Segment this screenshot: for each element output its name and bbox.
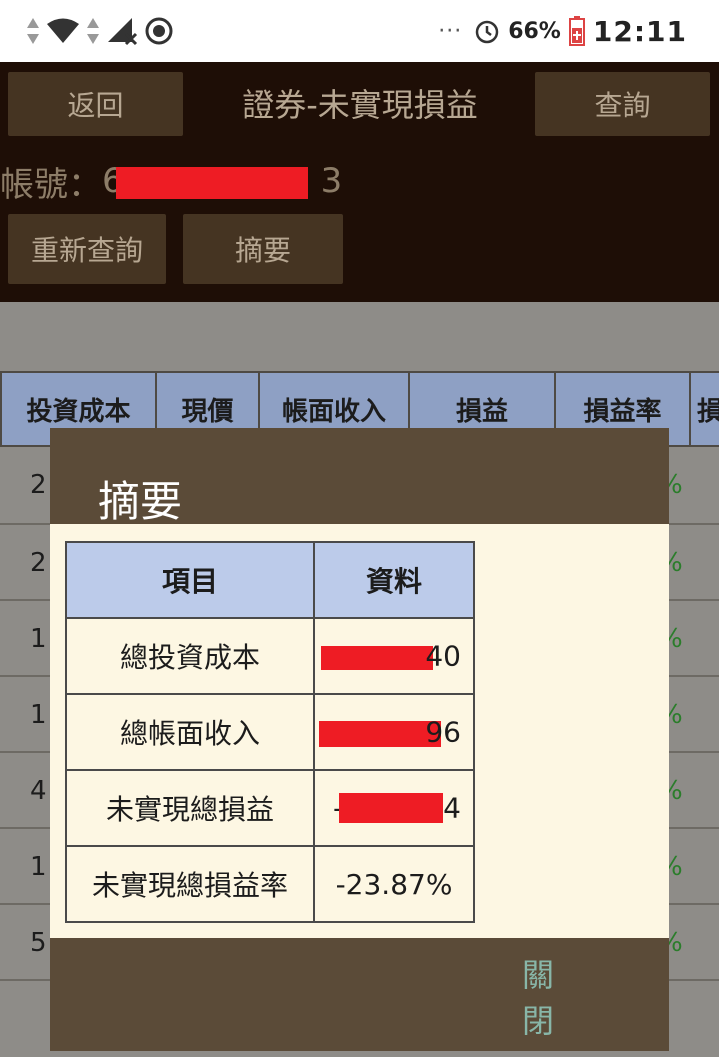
summary-button[interactable]: 摘要 (183, 214, 343, 284)
row-value-start: 5 (30, 928, 47, 958)
back-button[interactable]: 返回 (8, 72, 183, 136)
summary-row-total-cost: 總投資成本 40 (65, 617, 475, 695)
redaction-bar (319, 721, 441, 747)
summary-row-value: -23.87% (313, 845, 475, 923)
account-number: 63 (102, 161, 343, 201)
column-header-item: 項目 (65, 541, 315, 619)
app-header: 返回 證券-未實現損益 查詢 帳號： 63 重新查詢 摘要 (0, 62, 719, 302)
summary-row-label: 未實現總損益率 (65, 845, 315, 923)
summary-row-label: 未實現總損益 (65, 769, 315, 847)
status-bar: ··· 66% 12:11 (0, 0, 719, 62)
battery-percentage: 66% (508, 18, 561, 44)
page-title: 證券-未實現損益 (242, 86, 478, 124)
summary-row-value: 40 (313, 617, 475, 695)
row-value-start: 4 (30, 776, 47, 806)
redaction-bar (116, 167, 308, 199)
data-arrows-icon (27, 18, 39, 44)
alarm-icon (475, 20, 499, 44)
summary-dialog: 摘要 項目 資料 總投資成本 40 總帳面收入 96 未實現總損益 4 未實現總… (50, 428, 669, 1051)
summary-row-value: 96 (313, 693, 475, 771)
summary-row-label: 總帳面收入 (65, 693, 315, 771)
column-header-data: 資料 (313, 541, 475, 619)
row-value-start: 1 (30, 624, 47, 654)
summary-row-value: - 4 (313, 769, 475, 847)
summary-row-label: 總投資成本 (65, 617, 315, 695)
battery-charging-icon (568, 16, 585, 46)
row-value-start: 1 (30, 700, 47, 730)
redaction-bar (321, 646, 433, 670)
summary-table: 項目 資料 總投資成本 40 總帳面收入 96 未實現總損益 4 未實現總損益率… (65, 541, 475, 923)
close-button[interactable]: 關閉 (522, 956, 632, 1040)
summary-table-header: 項目 資料 (65, 541, 475, 619)
row-value-start: 1 (30, 852, 47, 882)
value-visible-digits: 40 (425, 639, 461, 673)
requery-button[interactable]: 重新查詢 (8, 214, 166, 284)
sync-icon (145, 17, 173, 45)
query-button[interactable]: 查詢 (535, 72, 710, 136)
summary-row-unrealized-pnl-rate: 未實現總損益率 -23.87% (65, 845, 475, 923)
data-arrows-icon (87, 18, 99, 44)
more-notifications-icon: ··· (438, 18, 463, 44)
account-label: 帳號： (0, 164, 102, 205)
wifi-icon (47, 18, 79, 43)
row-value-start: 2 (30, 470, 47, 500)
status-left-icons (26, 16, 174, 46)
cell-signal-no-sim-icon (108, 18, 138, 46)
row-value-start: 2 (30, 548, 47, 578)
account-suffix: 3 (320, 161, 344, 201)
redaction-bar (339, 793, 443, 823)
dialog-title: 摘要 (98, 477, 183, 526)
summary-row-total-book-income: 總帳面收入 96 (65, 693, 475, 771)
dialog-body: 項目 資料 總投資成本 40 總帳面收入 96 未實現總損益 4 未實現總損益率… (50, 524, 669, 938)
value-visible-digits: 4 (443, 791, 461, 825)
clock: 12:11 (592, 14, 687, 48)
account-row: 帳號： 63 (0, 158, 343, 205)
value-visible-digits: 96 (425, 715, 461, 749)
summary-row-unrealized-total-pnl: 未實現總損益 - 4 (65, 769, 475, 847)
column-header[interactable]: 損 (689, 371, 719, 447)
status-right-icons: ··· 66% 12:11 (438, 14, 687, 48)
